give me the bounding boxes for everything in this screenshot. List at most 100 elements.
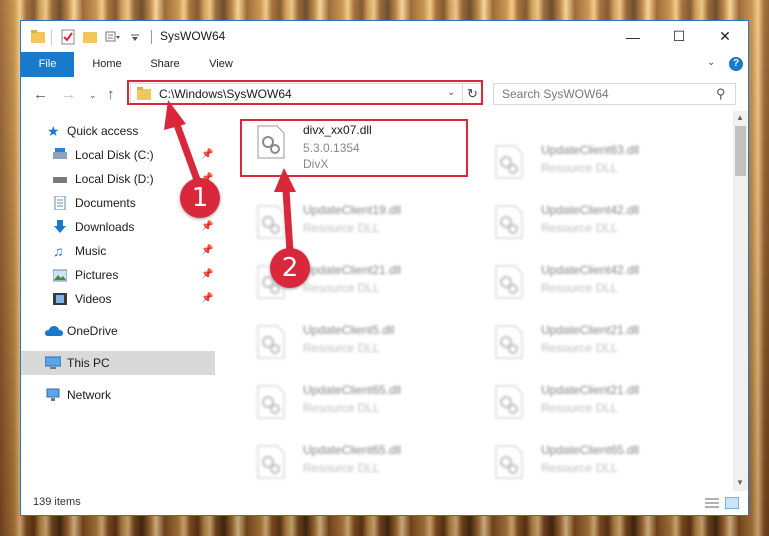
list-item[interactable]: UpdateClient42.dll Resource DLL <box>485 199 675 255</box>
file-desc: Resource DLL <box>541 281 618 295</box>
recent-chevron-icon[interactable]: ⌄ <box>89 90 97 101</box>
forward-arrow-icon[interactable]: → <box>61 86 76 103</box>
sidebar-item-label: Quick access <box>67 124 139 138</box>
help-icon[interactable]: ? <box>729 57 743 71</box>
maximize-button[interactable]: ☐ <box>656 21 702 52</box>
scroll-up-icon[interactable]: ▲ <box>736 113 744 122</box>
dll-file-icon <box>257 205 285 239</box>
file-name: UpdateClient42.dll <box>541 203 640 217</box>
sidebar-item-label: Documents <box>75 196 136 210</box>
sidebar-item-label: Local Disk (C:) <box>75 148 154 162</box>
sidebar-item-downloads[interactable]: Downloads 📌 <box>21 215 215 239</box>
videos-icon <box>53 293 67 305</box>
tab-file[interactable]: File <box>21 52 74 77</box>
file-desc: Resource DLL <box>303 281 380 295</box>
file-name: UpdateClient21.dll <box>541 323 640 337</box>
onedrive-icon <box>45 326 63 336</box>
list-item[interactable]: UpdateClient21.dll Resource DLL <box>485 379 675 435</box>
folder-icon <box>31 30 45 43</box>
search-icon: ⚲ <box>716 86 726 101</box>
ribbon: File Home Share View ⌄ ? <box>21 52 748 78</box>
sidebar-item-label: Local Disk (D:) <box>75 172 154 186</box>
tiles-view-icon[interactable] <box>725 497 739 509</box>
file-desc: Resource DLL <box>303 461 380 475</box>
sidebar-item-label: Downloads <box>75 220 135 234</box>
scroll-thumb[interactable] <box>735 126 746 176</box>
expand-ribbon-icon[interactable]: ⌄ <box>707 57 715 68</box>
sidebar-item-local-disk-c[interactable]: Local Disk (C:) 📌 <box>21 143 215 167</box>
music-icon: ♫ <box>53 243 64 259</box>
file-desc: Resource DLL <box>541 401 618 415</box>
pin-icon[interactable]: 📌 <box>201 287 213 311</box>
title-separator <box>151 30 152 44</box>
sidebar-item-label: Pictures <box>75 268 119 282</box>
list-item[interactable]: UpdateClient19.dll Resource DLL <box>247 199 437 255</box>
network-icon <box>46 388 60 401</box>
pin-icon[interactable]: 📌 <box>201 239 213 263</box>
status-bar: 139 items <box>21 491 748 515</box>
file-desc: Resource DLL <box>541 221 618 235</box>
list-item[interactable]: UpdateClient63.dll Resource DLL <box>485 139 675 195</box>
sidebar-item-pictures[interactable]: Pictures 📌 <box>21 263 215 287</box>
navigation-pane: ★ Quick access Local Disk (C:) 📌 Local D… <box>21 111 215 491</box>
pin-icon[interactable]: 📌 <box>201 263 213 287</box>
dll-file-icon <box>495 145 523 179</box>
minimize-button[interactable]: — <box>610 21 656 52</box>
sidebar-item-label: Network <box>67 388 112 402</box>
file-name: UpdateClient21.dll <box>541 383 640 397</box>
file-name: UpdateClient21.dll <box>303 263 402 277</box>
sidebar-item-music[interactable]: ♫ Music 📌 <box>21 239 215 263</box>
new-folder-icon[interactable] <box>83 29 97 45</box>
dll-file-icon <box>495 445 523 479</box>
file-name: UpdateClient19.dll <box>303 203 402 217</box>
dll-file-icon <box>495 385 523 419</box>
dll-file-icon <box>495 265 523 299</box>
sidebar-item-label: Videos <box>75 292 112 306</box>
tab-view[interactable]: View <box>195 52 247 77</box>
dll-file-icon <box>257 445 285 479</box>
search-input[interactable]: Search SysWOW64 ⚲ <box>493 83 736 105</box>
file-desc: Resource DLL <box>303 341 380 355</box>
sidebar-item-onedrive[interactable]: OneDrive <box>21 319 215 343</box>
pin-icon[interactable]: 📌 <box>201 143 213 167</box>
list-item[interactable]: UpdateClient42.dll Resource DLL <box>485 259 675 315</box>
dll-file-icon <box>257 325 285 359</box>
file-name: UpdateClient65.dll <box>303 443 402 457</box>
properties-icon[interactable] <box>61 29 75 45</box>
item-count: 139 items <box>33 496 81 508</box>
close-button[interactable]: ✕ <box>702 21 748 52</box>
list-item[interactable]: UpdateClient65.dll Resource DLL <box>247 379 437 435</box>
file-desc: Resource DLL <box>303 221 380 235</box>
dropdown-icon[interactable] <box>129 29 141 45</box>
sidebar-item-network[interactable]: Network <box>21 383 215 407</box>
file-desc: Resource DLL <box>541 341 618 355</box>
search-placeholder: Search SysWOW64 <box>502 87 609 101</box>
list-item[interactable]: UpdateClient5.dll Resource DLL <box>247 319 437 375</box>
title-bar: SysWOW64 — ☐ ✕ <box>21 21 748 52</box>
list-item[interactable]: UpdateClient21.dll Resource DLL <box>485 319 675 375</box>
sidebar-item-this-pc[interactable]: This PC <box>21 351 215 375</box>
list-item[interactable]: UpdateClient65.dll Resource DLL <box>247 439 437 491</box>
up-arrow-icon[interactable]: ↑ <box>107 86 115 103</box>
tab-share[interactable]: Share <box>139 52 191 77</box>
sidebar-item-videos[interactable]: Videos 📌 <box>21 287 215 311</box>
address-highlight-box <box>127 80 483 105</box>
star-icon: ★ <box>47 123 60 139</box>
dll-file-icon <box>495 205 523 239</box>
pin-icon[interactable]: 📌 <box>201 215 213 239</box>
sidebar-item-quick-access[interactable]: ★ Quick access <box>21 119 215 143</box>
navigation-bar: ← → ⌄ ↑ C:\Windows\SysWOW64 ⌄ ↻ Search S… <box>21 77 748 111</box>
scroll-down-icon[interactable]: ▼ <box>736 478 744 487</box>
customize-icon[interactable] <box>105 29 121 45</box>
dll-file-icon <box>495 325 523 359</box>
vertical-scrollbar[interactable]: ▲ ▼ <box>733 111 748 491</box>
file-name: UpdateClient5.dll <box>303 323 395 337</box>
drive-icon <box>53 177 67 183</box>
dll-file-icon <box>257 385 285 419</box>
back-arrow-icon[interactable]: ← <box>33 86 48 103</box>
details-view-icon[interactable] <box>705 497 719 509</box>
download-icon <box>54 220 66 233</box>
tab-home[interactable]: Home <box>79 52 135 77</box>
list-item[interactable]: UpdateClient65.dll Resource DLL <box>485 439 675 491</box>
callout-badge-1: 1 <box>180 178 220 218</box>
